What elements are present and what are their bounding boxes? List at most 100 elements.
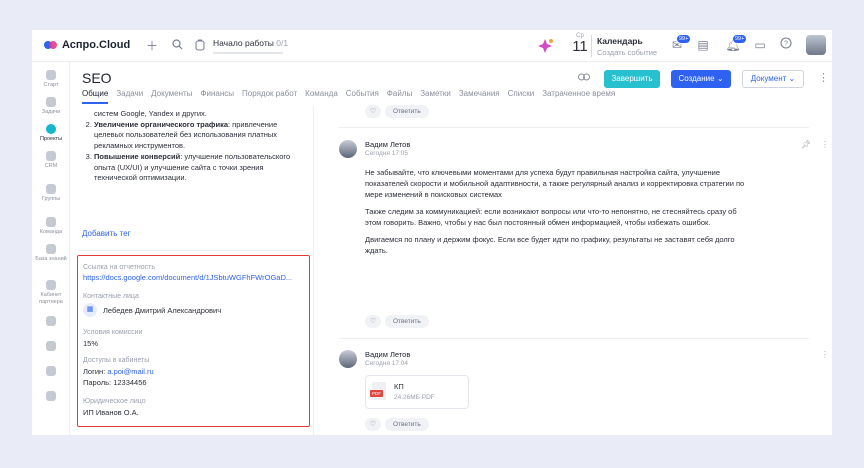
sidebar-item-extra[interactable]	[32, 366, 70, 378]
reaction-bar: ♡ Ответить	[365, 418, 429, 431]
reply-button[interactable]: Ответить	[385, 418, 429, 431]
sidebar-item-extra[interactable]	[32, 316, 70, 328]
sidebar: Старт Задачи Проекты CRM Группы Команда …	[32, 62, 70, 435]
commission-value: 15%	[83, 339, 99, 348]
more-icon[interactable]: ⋮	[821, 350, 829, 359]
tab-team[interactable]: Команда	[305, 89, 338, 104]
post-body: Не забывайте, что ключевыми моментами дл…	[365, 167, 745, 262]
reaction-bar: ♡ Ответить	[365, 315, 429, 328]
sidebar-item-extra[interactable]	[32, 391, 70, 403]
puzzle-icon	[46, 341, 56, 351]
login-email-link[interactable]: a.poi@mail.ru	[107, 367, 153, 376]
worktime-widget[interactable]: Начало работы 0/1	[213, 38, 288, 54]
search-icon[interactable]	[172, 39, 183, 53]
tab-events[interactable]: События	[346, 89, 379, 104]
password-value: Пароль: 12334456	[83, 378, 147, 387]
divider	[78, 250, 305, 251]
sidebar-item-groups[interactable]: Группы	[32, 184, 70, 203]
post-author[interactable]: Вадим Летов	[365, 350, 410, 359]
legal-value: ИП Иванов О.А.	[83, 408, 139, 417]
more-icon[interactable]: ⋮	[821, 140, 829, 149]
sidebar-item-crm[interactable]: CRM	[32, 151, 70, 170]
partner-icon	[46, 280, 56, 290]
file-type-badge: PDF	[370, 390, 383, 397]
tab-workflow[interactable]: Порядок работ	[242, 89, 297, 104]
divider	[591, 35, 592, 57]
sidebar-item-knowledge[interactable]: База знаний	[32, 244, 70, 263]
logo[interactable]: Аспро.Cloud	[44, 39, 130, 51]
contact-name[interactable]: Лебедев Дмитрий Александрович	[103, 306, 221, 315]
tab-lists[interactable]: Списки	[508, 89, 535, 104]
finish-button[interactable]: Завершить	[604, 70, 660, 88]
start-icon	[46, 70, 56, 80]
sidebar-item-label: Задачи	[41, 109, 61, 115]
create-button-label: Создание	[678, 74, 715, 83]
sidebar-item-team[interactable]: Команда	[32, 217, 70, 236]
sidebar-item-extra[interactable]	[32, 341, 70, 353]
puzzle-icon	[46, 366, 56, 376]
user-avatar[interactable]	[806, 35, 826, 55]
calendar-date[interactable]: Ср 11	[572, 33, 588, 54]
pin-icon[interactable]: 📌︎	[801, 140, 811, 149]
file-size: 24.26МБ PDF	[394, 394, 435, 401]
worktime-label: Начало работы	[213, 38, 274, 48]
document-button[interactable]: Документ ⌄	[742, 70, 804, 88]
building-icon: ▦	[83, 303, 97, 317]
tab-general[interactable]: Общие	[82, 89, 109, 104]
inbox-badge: 99+	[676, 34, 692, 44]
file-attachment[interactable]: PDF КП 24.26МБ PDF	[365, 375, 469, 409]
create-event-link[interactable]: Создать событие	[597, 48, 657, 57]
calendar-day: 11	[572, 38, 588, 55]
projects-icon	[46, 124, 56, 134]
description-line: систем Google, Yandex и других.	[94, 109, 207, 118]
puzzle-icon	[46, 316, 56, 326]
report-link[interactable]: https://docs.google.com/document/d/1JSbt…	[83, 273, 305, 282]
sidebar-item-projects[interactable]: Проекты	[32, 124, 70, 143]
sidebar-item-start[interactable]: Старт	[32, 70, 70, 89]
tab-documents[interactable]: Документы	[151, 89, 192, 104]
calendar-title: Календарь	[597, 36, 643, 46]
tab-files[interactable]: Файлы	[387, 89, 412, 104]
heart-icon[interactable]: ♡	[365, 105, 381, 118]
help-icon[interactable]: ?	[778, 37, 794, 53]
create-button[interactable]: Создание ⌄	[671, 70, 731, 88]
reply-button[interactable]: Ответить	[385, 105, 429, 118]
bell-badge: 99+	[732, 34, 748, 44]
project-tabs: Общие Задачи Документы Финансы Порядок р…	[82, 89, 615, 104]
knowledge-icon	[46, 244, 56, 254]
sidebar-item-label: Проекты	[39, 136, 63, 142]
plus-icon[interactable]: ＋	[146, 39, 158, 53]
puzzle-icon	[46, 391, 56, 401]
login-value: Логин: a.poi@mail.ru	[83, 367, 154, 376]
avatar[interactable]	[339, 350, 357, 368]
tab-finance[interactable]: Финансы	[200, 89, 234, 104]
login-prefix: Логин:	[83, 367, 108, 376]
link-icon[interactable]	[578, 72, 590, 84]
tab-time-spent[interactable]: Затраченное время	[542, 89, 615, 104]
tab-tasks[interactable]: Задачи	[116, 89, 143, 104]
sparkle-icon[interactable]	[537, 37, 555, 55]
inbox-icon[interactable]: ✉ 99+	[669, 34, 692, 53]
calendar-widget[interactable]: Календарь Создать событие	[597, 36, 657, 57]
tab-notes[interactable]: Заметки	[420, 89, 451, 104]
sidebar-item-partner[interactable]: Кабинет партнера	[32, 280, 70, 305]
tasks-icon[interactable]: ▤	[695, 37, 711, 53]
commission-label: Условия комиссии	[83, 329, 143, 336]
avatar[interactable]	[339, 140, 357, 158]
bell-icon[interactable]: 🔔︎ 99+	[725, 34, 748, 53]
page-title: SEO	[82, 70, 112, 86]
groups-icon	[46, 184, 56, 194]
heart-icon[interactable]: ♡	[365, 315, 381, 328]
heart-icon[interactable]: ♡	[365, 418, 381, 431]
sidebar-item-label: База знаний	[35, 256, 67, 262]
add-tag-link[interactable]: Добавить тег	[82, 229, 131, 238]
sidebar-item-label: Кабинет партнера	[39, 292, 63, 305]
timer-icon[interactable]	[194, 39, 206, 54]
sidebar-item-tasks[interactable]: Задачи	[32, 97, 70, 116]
more-icon[interactable]: ⋮	[818, 71, 829, 84]
chat-icon[interactable]: ▭	[752, 37, 768, 53]
post-author[interactable]: Вадим Летов	[365, 140, 410, 149]
post-time: Сегодня 17:05	[365, 150, 408, 157]
reply-button[interactable]: Ответить	[385, 315, 429, 328]
tab-remarks[interactable]: Замечания	[459, 89, 500, 104]
